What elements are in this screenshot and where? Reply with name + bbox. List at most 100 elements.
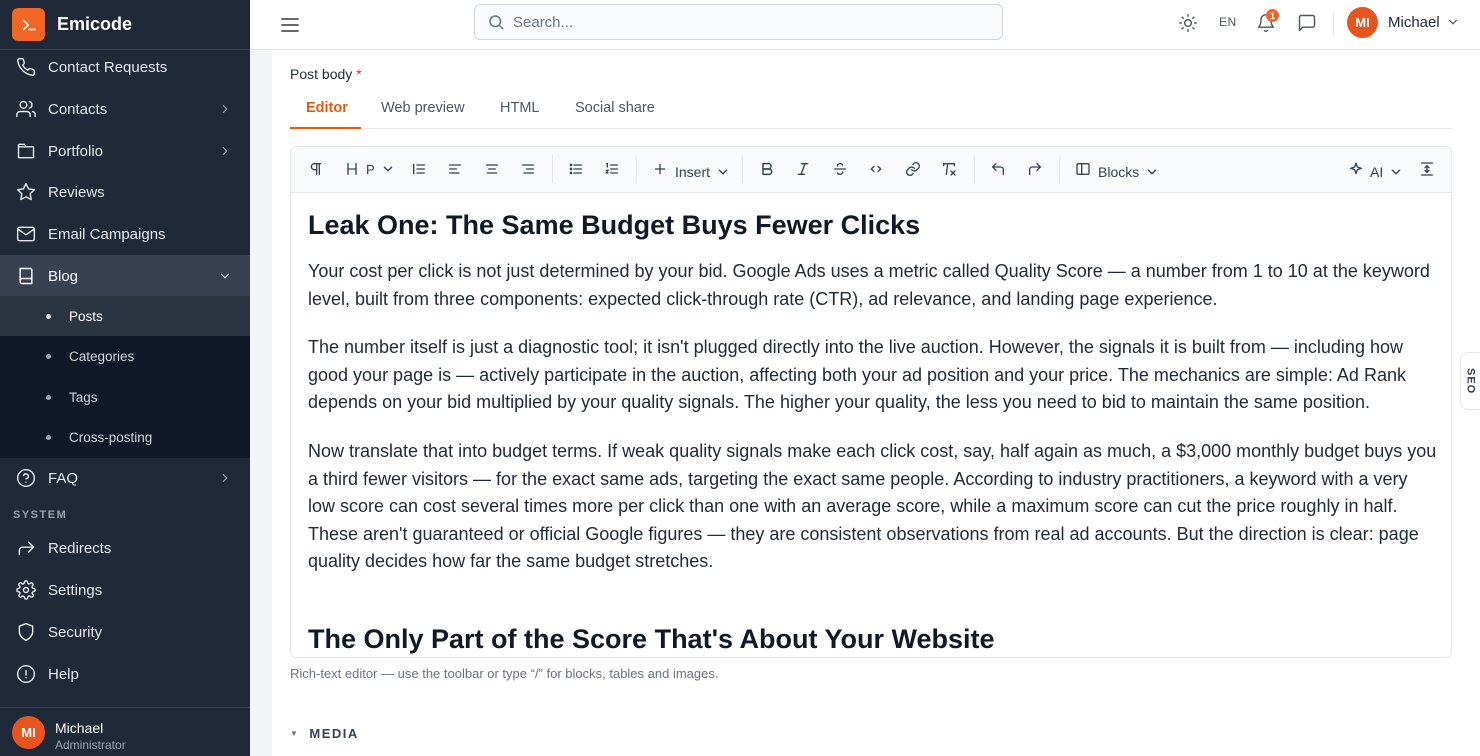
chevron-down-icon [718,169,728,175]
strikethrough-icon[interactable] [832,159,848,179]
post-body-label: Post body * [290,66,362,82]
sidebar-subitem-cross-posting[interactable]: Cross-posting [0,417,250,457]
redirect-icon [16,538,36,558]
user-menu-name[interactable]: Michael [1388,14,1440,31]
bullet-icon [46,313,51,319]
avatar[interactable]: MI [1347,7,1378,38]
user-name: Michael [55,720,104,736]
search-input[interactable] [513,13,983,31]
numbered-list-icon[interactable] [604,159,620,179]
media-section-toggle[interactable]: ▼ MEDIA [290,726,359,741]
sidebar-subitem-categories[interactable]: Categories [0,336,250,376]
notification-badge: 1 [1266,9,1279,22]
seo-side-tab[interactable]: SEO [1460,352,1480,410]
heading-select[interactable]: P [344,159,395,179]
book-icon [16,266,36,286]
heading-icon [347,163,357,175]
sidebar-item-contacts[interactable]: Contacts [0,88,250,130]
bullet-icon [46,434,51,440]
search-icon [489,15,504,30]
sidebar-subitem-posts[interactable]: Posts [0,296,250,336]
bullet-icon [46,353,51,359]
divider [1333,11,1334,37]
hamburger-menu-icon[interactable] [278,13,302,37]
redo-icon[interactable] [1027,159,1043,179]
sidebar-item-label: Portfolio [48,142,104,160]
caret-icon: ▼ [290,729,300,738]
chevron-down-icon[interactable] [1446,15,1460,29]
sidebar-item-label: Help [48,665,79,683]
content-paragraph: Your cost per click is not just determin… [308,261,1430,309]
sidebar-subitem-tags[interactable]: Tags [0,377,250,417]
sidebar-item-email-campaigns[interactable]: Email Campaigns [0,213,250,255]
media-label: MEDIA [309,726,359,741]
chevron-down-icon [1148,169,1157,175]
sun-icon[interactable] [1177,12,1199,34]
main-content: Post body * Editor Web preview HTML Socia… [272,50,1468,756]
toolbar-separator [974,155,975,183]
clear-format-icon[interactable] [941,159,957,179]
chevron-down-icon [383,166,392,172]
tab-editor[interactable]: Editor [306,100,348,116]
list-indent-icon[interactable] [411,159,427,179]
sidebar-item-reviews[interactable]: Reviews [0,171,250,213]
blog-subnav: Posts Categories Tags Cross-posting [0,296,250,458]
sidebar-item-faq[interactable]: FAQ [0,457,250,499]
search-box[interactable] [474,4,1003,40]
sidebar-item-label: Settings [48,581,103,599]
sidebar-item-contact-requests[interactable]: Contact Requests [0,46,250,88]
sidebar-item-portfolio[interactable]: Portfolio [0,130,250,172]
editor-hint: Rich-text editor — use the toolbar or ty… [290,666,719,681]
tab-web-preview[interactable]: Web preview [381,100,465,116]
user-role: Administrator [55,738,126,752]
subitem-label: Posts [69,308,103,324]
undo-icon[interactable] [990,159,1006,179]
subitem-label: Categories [69,348,135,364]
blocks-menu[interactable]: Blocks [1075,159,1159,180]
info-icon [16,664,36,684]
sidebar-item-redirects[interactable]: Redirects [0,527,250,569]
tab-social-share[interactable]: Social share [575,100,655,116]
ai-menu[interactable]: AI [1348,159,1403,180]
required-mark: * [356,66,362,82]
sidebar-item-label: Contact Requests [48,58,168,76]
italic-icon[interactable] [795,159,811,179]
sidebar-item-blog[interactable]: Blog [0,255,250,297]
content-paragraph: Now translate that into budget terms. If… [308,441,1437,571]
sidebar-item-settings[interactable]: Settings [0,569,250,611]
sidebar-item-help[interactable]: Help [0,653,250,695]
editor-content[interactable]: Leak One: The Same Budget Buys Fewer Cli… [308,193,1438,657]
briefcase-icon [16,141,36,161]
phone-icon [16,57,36,77]
sidebar-item-security[interactable]: Security [0,611,250,653]
tab-html[interactable]: HTML [500,100,539,116]
align-center-icon[interactable] [484,159,500,179]
bullet-list-icon[interactable] [568,159,584,179]
sidebar-item-label: Blog [48,267,79,285]
chevron-right-icon [222,104,228,114]
sidebar-item-label: Redirects [48,539,112,557]
language-switcher[interactable]: EN [1219,15,1237,29]
bold-icon[interactable] [759,159,775,179]
gear-icon [16,580,36,600]
code-icon[interactable] [868,159,884,179]
brand[interactable]: Emicode [0,0,250,50]
brand-name: Emicode [57,14,133,34]
users-icon [16,99,36,119]
system-section-label: SYSTEM [13,509,68,521]
expand-height-icon[interactable] [1419,159,1435,179]
avatar: MI [12,715,45,749]
subitem-label: Tags [69,389,98,405]
insert-menu[interactable]: Insert [653,159,730,180]
sidebar-user[interactable]: MI Michael Administrator [0,707,250,756]
chat-icon[interactable] [1296,12,1318,34]
align-left-icon[interactable] [447,159,463,179]
link-icon[interactable] [905,159,921,179]
align-right-icon[interactable] [520,159,536,179]
sidebar-item-label: FAQ [48,469,79,487]
sidebar-item-label: Security [48,623,103,641]
sidebar-item-label: Contacts [48,100,108,118]
paragraph-icon[interactable] [308,159,324,179]
columns-icon [1076,163,1090,175]
toolbar-separator [1059,155,1060,183]
